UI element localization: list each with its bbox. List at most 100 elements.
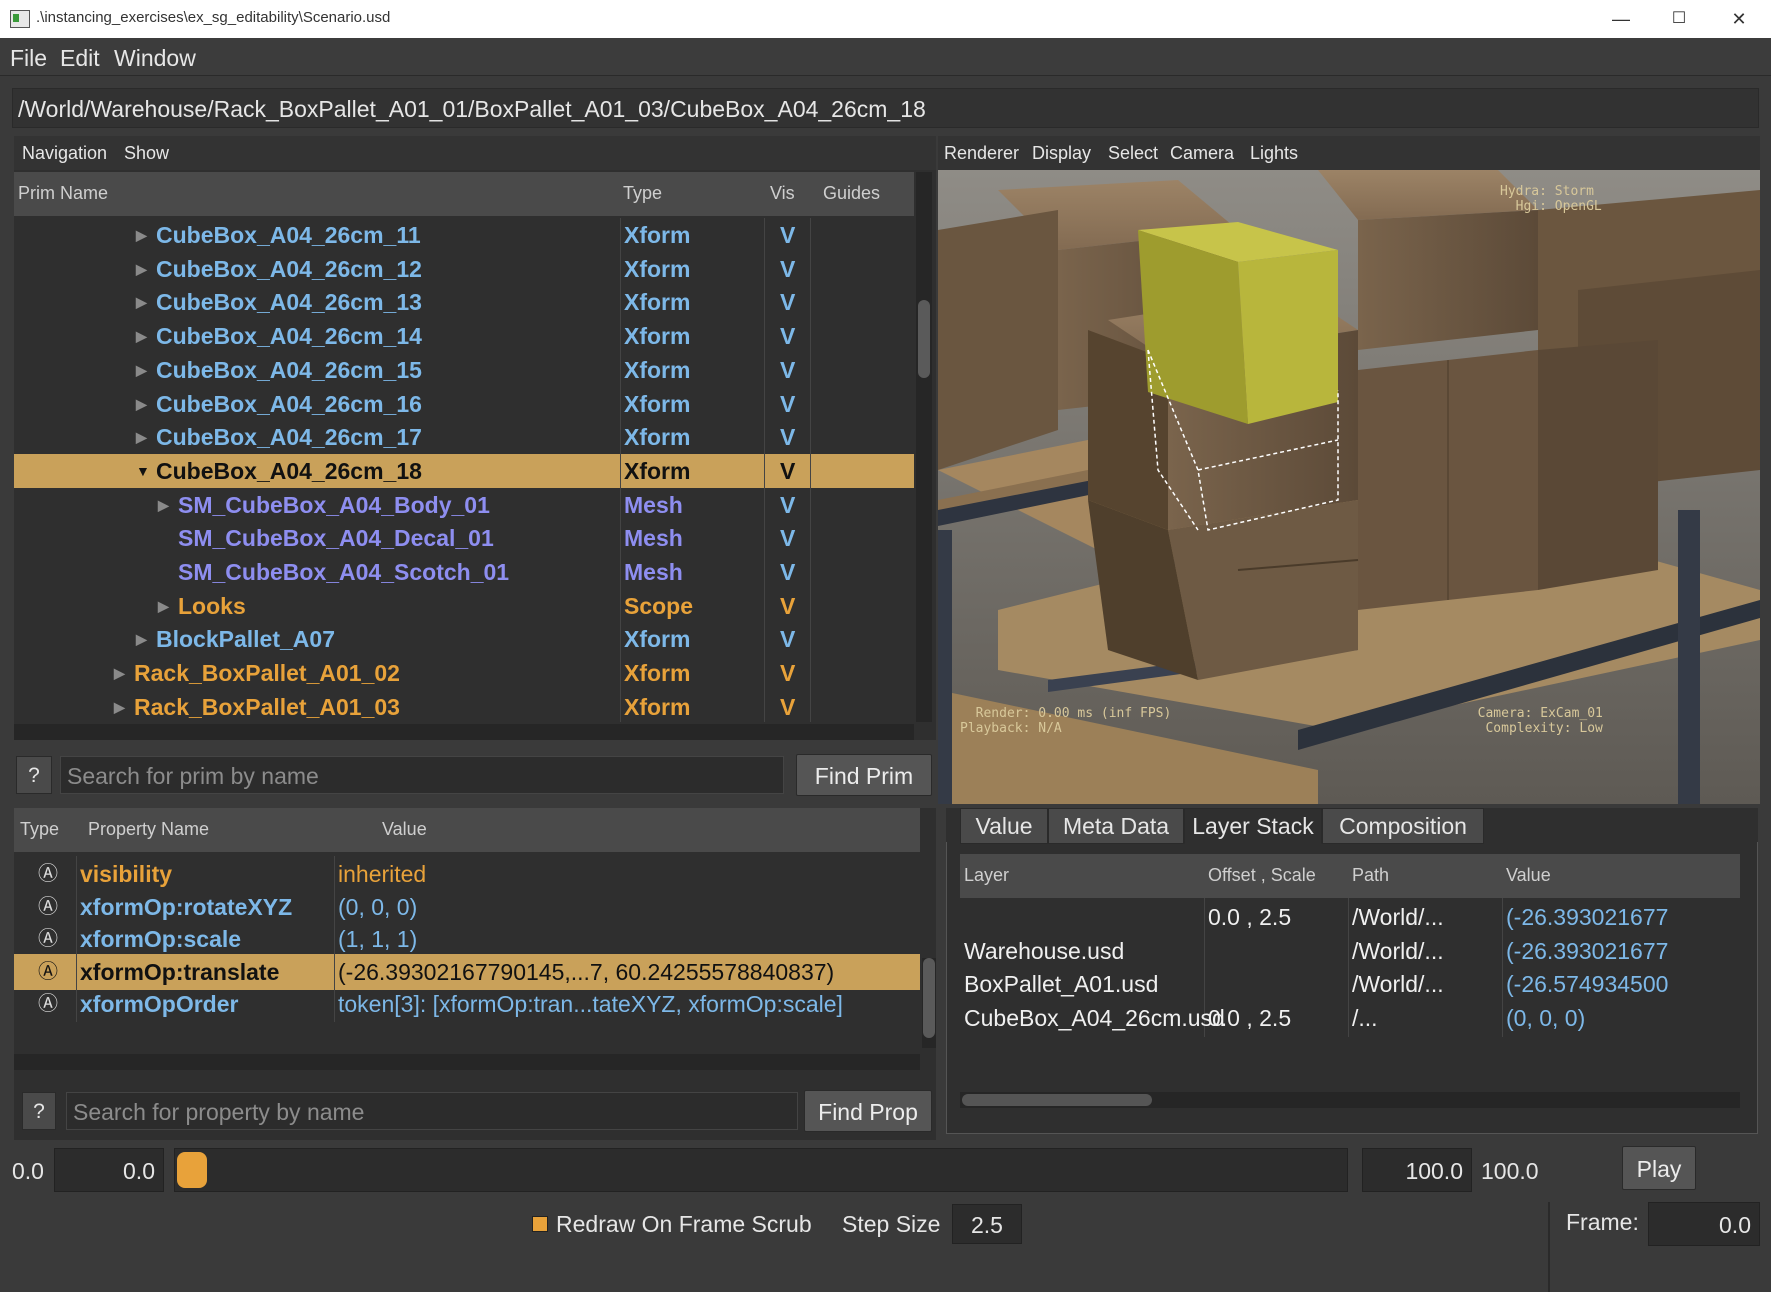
layer-row[interactable]: BoxPallet_A01.usd/World/... (-26.57493450… [960, 965, 1740, 1003]
col-vis[interactable]: Vis [770, 183, 795, 204]
tree-menu-navigation[interactable]: Navigation [22, 143, 107, 164]
col-layer-value[interactable]: Value [1506, 865, 1551, 886]
menu-edit[interactable]: Edit [60, 45, 100, 72]
viewport-menu-lights[interactable]: Lights [1250, 143, 1298, 164]
property-row[interactable]: ⒶxformOp:translate (-26.39302167790145,..… [14, 953, 920, 990]
property-vscroll-thumb[interactable] [923, 958, 935, 1038]
prim-path-field[interactable]: /World/Warehouse/Rack_BoxPallet_A01_01/B… [12, 88, 1759, 128]
expand-arrow-icon[interactable]: ▶ [114, 656, 125, 690]
property-row[interactable]: ⒶxformOp:rotateXYZ (0, 0, 0) [14, 888, 920, 925]
prim-visibility-toggle[interactable]: V [780, 622, 795, 656]
prim-visibility-toggle[interactable]: V [780, 555, 795, 589]
find-prop-button[interactable]: Find Prop [804, 1090, 932, 1132]
layer-row[interactable]: Warehouse.usd/World/... (-26.393021677 [960, 931, 1740, 970]
tree-row[interactable]: ▼ CubeBox_A04_26cm_18 Xform V [14, 453, 914, 488]
expand-arrow-icon[interactable]: ▶ [136, 353, 147, 387]
maximize-button[interactable]: ☐ [1656, 4, 1702, 34]
prim-visibility-toggle[interactable]: V [780, 656, 795, 690]
tab-composition[interactable]: Composition [1322, 808, 1484, 844]
menu-file[interactable]: File [10, 45, 47, 72]
tree-row[interactable]: ▶ CubeBox_A04_26cm_16 Xform V [14, 386, 914, 421]
col-layer[interactable]: Layer [964, 865, 1009, 886]
layer-row[interactable]: 0.0 , 2.5/World/... (-26.393021677 [960, 898, 1740, 936]
expand-arrow-icon[interactable]: ▶ [136, 252, 147, 286]
viewport-menu-select[interactable]: Select [1108, 143, 1158, 164]
tab-meta-data[interactable]: Meta Data [1048, 808, 1184, 844]
expand-arrow-icon[interactable]: ▶ [136, 420, 147, 454]
viewport-menu-camera[interactable]: Camera [1170, 143, 1234, 164]
prim-visibility-toggle[interactable]: V [780, 589, 795, 623]
tree-row[interactable]: ▶ CubeBox_A04_26cm_15 Xform V [14, 352, 914, 387]
frame-field[interactable]: 0.0 [1648, 1202, 1760, 1246]
tree-menu-show[interactable]: Show [124, 143, 169, 164]
tab-layer-stack[interactable]: Layer Stack [1184, 808, 1322, 844]
expand-arrow-icon[interactable]: ▶ [136, 387, 147, 421]
property-row[interactable]: Ⓐvisibility inherited [14, 856, 920, 892]
tree-row[interactable]: ▶ CubeBox_A04_26cm_11 Xform V [14, 218, 914, 252]
prim-visibility-toggle[interactable]: V [780, 488, 795, 522]
prim-visibility-toggle[interactable]: V [780, 252, 795, 286]
col-guides[interactable]: Guides [823, 183, 880, 204]
prim-visibility-toggle[interactable]: V [780, 353, 795, 387]
layer-hscroll-thumb[interactable] [962, 1094, 1152, 1106]
col-prop-type[interactable]: Type [20, 819, 59, 840]
expand-arrow-icon[interactable]: ▶ [136, 319, 147, 353]
prim-visibility-toggle[interactable]: V [780, 521, 795, 555]
viewport-menu-display[interactable]: Display [1032, 143, 1091, 164]
layer-row[interactable]: CubeBox_A04_26cm.usd 0.0 , 2.5 /... (0, 0, … [960, 998, 1740, 1037]
prim-search-help-button[interactable]: ? [16, 756, 52, 794]
menu-window[interactable]: Window [114, 45, 196, 72]
tree-row[interactable]: ▶ CubeBox_A04_26cm_12 Xform V [14, 251, 914, 286]
find-prim-button[interactable]: Find Prim [796, 754, 932, 796]
prim-visibility-toggle[interactable]: V [780, 319, 795, 353]
tree-row[interactable]: SM_CubeBox_A04_Decal_01 Mesh V [14, 521, 914, 556]
tree-row[interactable]: ▶ CubeBox_A04_26cm_14 Xform V [14, 319, 914, 354]
tree-vertical-scrollbar[interactable] [916, 172, 932, 722]
end-frame-field[interactable]: 100.0 [1362, 1148, 1472, 1192]
viewport-3d-view[interactable]: Hydra: Storm Hgi: OpenGL Render: 0.00 ms… [938, 170, 1760, 804]
col-offset-scale[interactable]: Offset , Scale [1208, 865, 1316, 886]
step-size-field[interactable]: 2.5 [952, 1204, 1022, 1244]
prim-visibility-toggle[interactable]: V [780, 420, 795, 454]
tree-row[interactable]: ▶ Looks Scope V [14, 588, 914, 623]
property-search-input[interactable]: Search for property by name [66, 1092, 798, 1130]
layer-horizontal-scrollbar[interactable] [960, 1092, 1740, 1108]
col-prim-name[interactable]: Prim Name [18, 183, 108, 204]
tree-horizontal-scrollbar[interactable] [14, 724, 914, 740]
tree-row[interactable]: ▶ CubeBox_A04_26cm_13 Xform V [14, 285, 914, 320]
tree-vscroll-thumb[interactable] [918, 300, 930, 378]
close-button[interactable]: ✕ [1716, 4, 1762, 34]
expand-arrow-icon[interactable]: ▶ [136, 218, 147, 252]
property-row[interactable]: ⒶxformOp:scale (1, 1, 1) [14, 921, 920, 957]
tree-row[interactable]: ▶ Rack_BoxPallet_A01_03 Xform V [14, 689, 914, 722]
expand-arrow-icon[interactable]: ▶ [158, 488, 169, 522]
frame-slider[interactable] [174, 1148, 1348, 1192]
prim-visibility-toggle[interactable]: V [780, 285, 795, 319]
start-frame-field[interactable]: 0.0 [54, 1148, 164, 1192]
viewport-menu-renderer[interactable]: Renderer [944, 143, 1019, 164]
tree-row[interactable]: ▶ Rack_BoxPallet_A01_02 Xform V [14, 656, 914, 691]
col-path[interactable]: Path [1352, 865, 1389, 886]
tree-row[interactable]: ▶ CubeBox_A04_26cm_17 Xform V [14, 420, 914, 455]
prim-visibility-toggle[interactable]: V [780, 387, 795, 421]
tree-row[interactable]: SM_CubeBox_A04_Scotch_01 Mesh V [14, 555, 914, 589]
prim-visibility-toggle[interactable]: V [780, 218, 795, 252]
expand-arrow-icon[interactable]: ▶ [136, 622, 147, 656]
tree-row[interactable]: ▶ SM_CubeBox_A04_Body_01 Mesh V [14, 487, 914, 522]
expand-arrow-icon[interactable]: ▶ [114, 690, 125, 722]
property-vertical-scrollbar[interactable] [922, 958, 936, 1048]
tree-row[interactable]: ▶ BlockPallet_A07 Xform V [14, 622, 914, 657]
col-prop-value[interactable]: Value [382, 819, 427, 840]
play-button[interactable]: Play [1622, 1146, 1696, 1190]
expand-arrow-icon[interactable]: ▶ [136, 285, 147, 319]
frame-slider-handle[interactable] [177, 1152, 207, 1188]
property-horizontal-scrollbar[interactable] [14, 1054, 920, 1070]
property-search-help-button[interactable]: ? [22, 1092, 56, 1130]
col-type[interactable]: Type [623, 183, 662, 204]
collapse-arrow-icon[interactable]: ▼ [136, 454, 150, 488]
tab-value[interactable]: Value [960, 808, 1048, 844]
property-row[interactable]: ⒶxformOpOrder token[3]: [xformOp:tran...t… [14, 986, 920, 1022]
prim-visibility-toggle[interactable]: V [780, 454, 795, 488]
col-prop-name[interactable]: Property Name [88, 819, 209, 840]
prim-search-input[interactable]: Search for prim by name [60, 756, 784, 794]
